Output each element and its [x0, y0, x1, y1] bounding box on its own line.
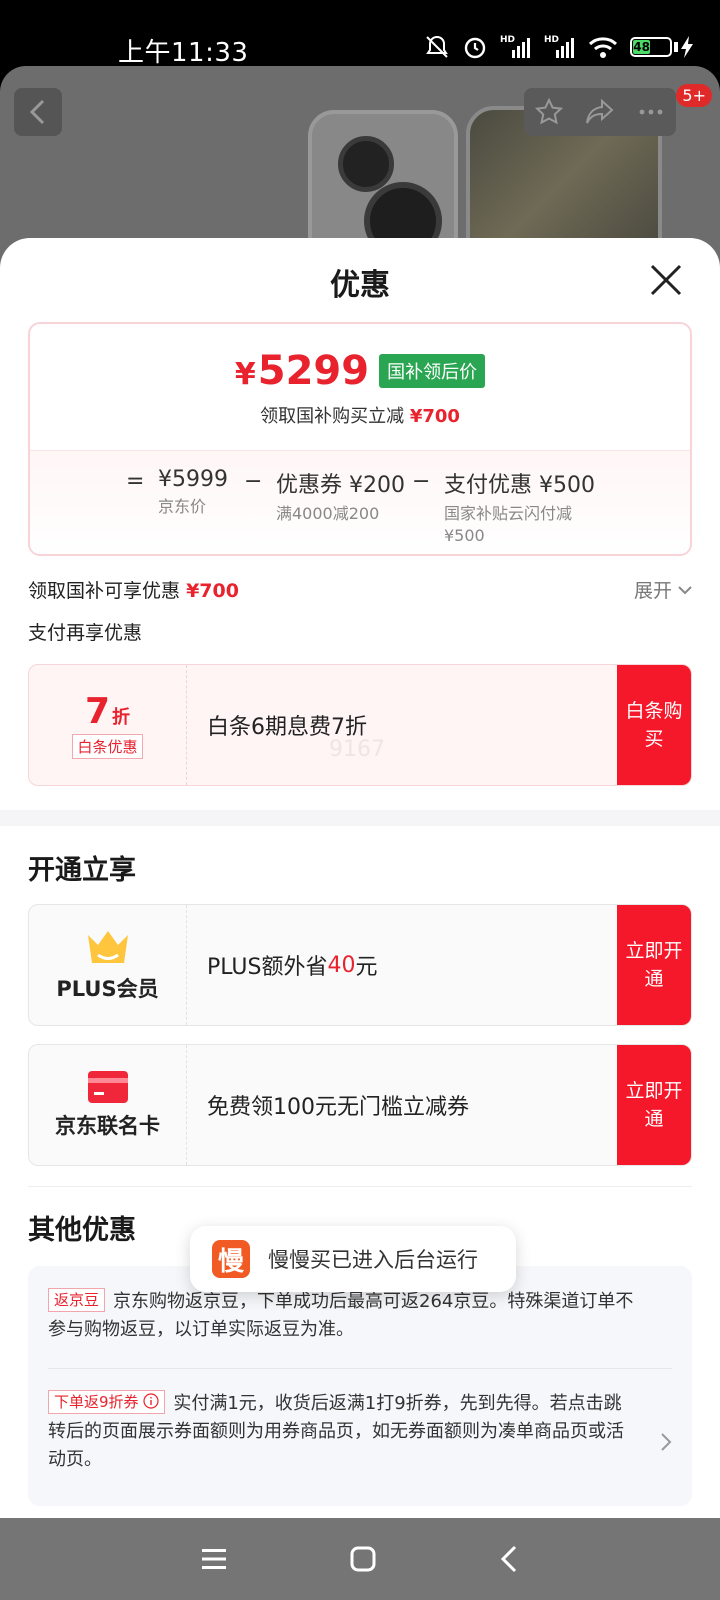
other-offers-box: 返京豆 京东购物返京豆，下单成功后最高可返264京豆。特殊渠道订单不参与购物返豆，…: [28, 1266, 692, 1506]
baitiao-discount: 7折: [84, 691, 131, 732]
home-icon[interactable]: [349, 1545, 377, 1573]
signal-hd-icon: HD: [500, 36, 532, 58]
sheet-title: 优惠: [330, 268, 390, 303]
chevron-right-icon[interactable]: [660, 1432, 672, 1452]
price-subtitle: 领取国补购买立减 ¥700: [260, 406, 460, 427]
battery-icon: 48: [630, 36, 694, 58]
pay-discount: 支付优惠 ¥500 国家补贴云闪付减¥500: [444, 473, 595, 545]
divider-line: [28, 1186, 692, 1187]
watermark: 9167: [329, 737, 385, 762]
minus-sign-2: −: [412, 469, 431, 494]
pay-more-label: 支付再享优惠: [28, 622, 143, 644]
cobrand-open-button[interactable]: 立即开通: [617, 1045, 691, 1165]
top-actions: [524, 88, 676, 136]
chevron-down-icon: [678, 585, 692, 594]
mute-bell-icon: [426, 35, 448, 58]
toast-text: 慢慢买已进入后台运行: [268, 1248, 478, 1272]
cobrand-text: 免费领100元无门槛立减券: [207, 1095, 469, 1120]
other-divider: [48, 1368, 672, 1369]
cobrand-card[interactable]: 京东联名卡 免费领100元无门槛立减券 立即开通: [28, 1044, 692, 1166]
discount-sheet: 优惠 ¥5299 国补领后价 领取国补购买立减 ¥700 = ¥5999 京东价…: [0, 238, 720, 1518]
coupon-tag: 下单返9折券: [48, 1390, 166, 1414]
section-divider: [0, 810, 720, 826]
other-offer-jingdou: 返京豆 京东购物返京豆，下单成功后最高可返264京豆。特殊渠道订单不参与购物返豆，…: [48, 1288, 648, 1344]
plus-label: PLUS会员: [56, 977, 159, 1001]
more-icon[interactable]: [636, 97, 666, 127]
close-icon[interactable]: [648, 262, 684, 298]
wifi-icon: [588, 37, 618, 58]
manmanmai-app-icon: 慢: [212, 1240, 250, 1278]
price-breakdown: ¥5299 国补领后价 领取国补购买立减 ¥700 = ¥5999 京东价 − …: [28, 322, 692, 556]
other-offer-coupon[interactable]: 下单返9折券 实付满1元，收货后返满1打9折券，先到先得。若点击跳转后的页面展示…: [48, 1390, 636, 1474]
equals-sign: =: [126, 469, 145, 494]
jingdou-tag: 返京豆: [48, 1288, 106, 1312]
other-section-title: 其他优惠: [28, 1215, 136, 1246]
status-time: 上午11:33: [118, 38, 249, 68]
expand-button[interactable]: 展开: [634, 576, 692, 603]
open-section-title: 开通立享: [28, 855, 136, 886]
share-icon[interactable]: [584, 97, 616, 127]
chevron-left-icon: [29, 99, 45, 125]
baitiao-card[interactable]: 7折 白条优惠 白条6期息费7折 9167 白条购买: [28, 664, 692, 786]
back-button[interactable]: [14, 88, 62, 136]
info-icon[interactable]: [143, 1393, 159, 1409]
star-icon[interactable]: [534, 97, 564, 127]
minus-sign: −: [244, 469, 263, 494]
notification-badge: 5+: [676, 84, 712, 107]
crown-icon: [87, 931, 128, 963]
cobrand-label: 京东联名卡: [55, 1114, 160, 1138]
price-tag: 国补领后价: [379, 354, 486, 388]
menu-icon[interactable]: [200, 1546, 228, 1572]
guobu-row: 领取国补可享优惠 ¥700: [28, 580, 239, 602]
coupon-discount: 优惠券 ¥200 满4000减200: [276, 473, 405, 523]
alarm-icon: [464, 37, 486, 59]
baitiao-buy-button[interactable]: 白条购买: [617, 665, 691, 785]
plus-open-button[interactable]: 立即开通: [617, 905, 691, 1025]
jd-price: ¥5999 京东价: [158, 467, 228, 516]
system-nav-bar: [0, 1518, 720, 1600]
baitiao-tag: 白条优惠: [72, 734, 143, 759]
credit-card-icon: [87, 1071, 128, 1103]
status-icons: HD HD 48: [424, 34, 694, 60]
plus-text: PLUS额外省 40 元: [207, 952, 378, 981]
final-price: ¥5299: [234, 348, 370, 394]
baitiao-text: 白条6期息费7折: [207, 715, 367, 740]
signal-hd-2-icon: HD: [544, 36, 576, 58]
toast: 慢 慢慢买已进入后台运行: [190, 1226, 516, 1292]
plus-card[interactable]: PLUS会员 PLUS额外省 40 元 立即开通: [28, 904, 692, 1026]
back-nav-icon[interactable]: [498, 1544, 520, 1574]
charging-icon: [681, 36, 693, 58]
